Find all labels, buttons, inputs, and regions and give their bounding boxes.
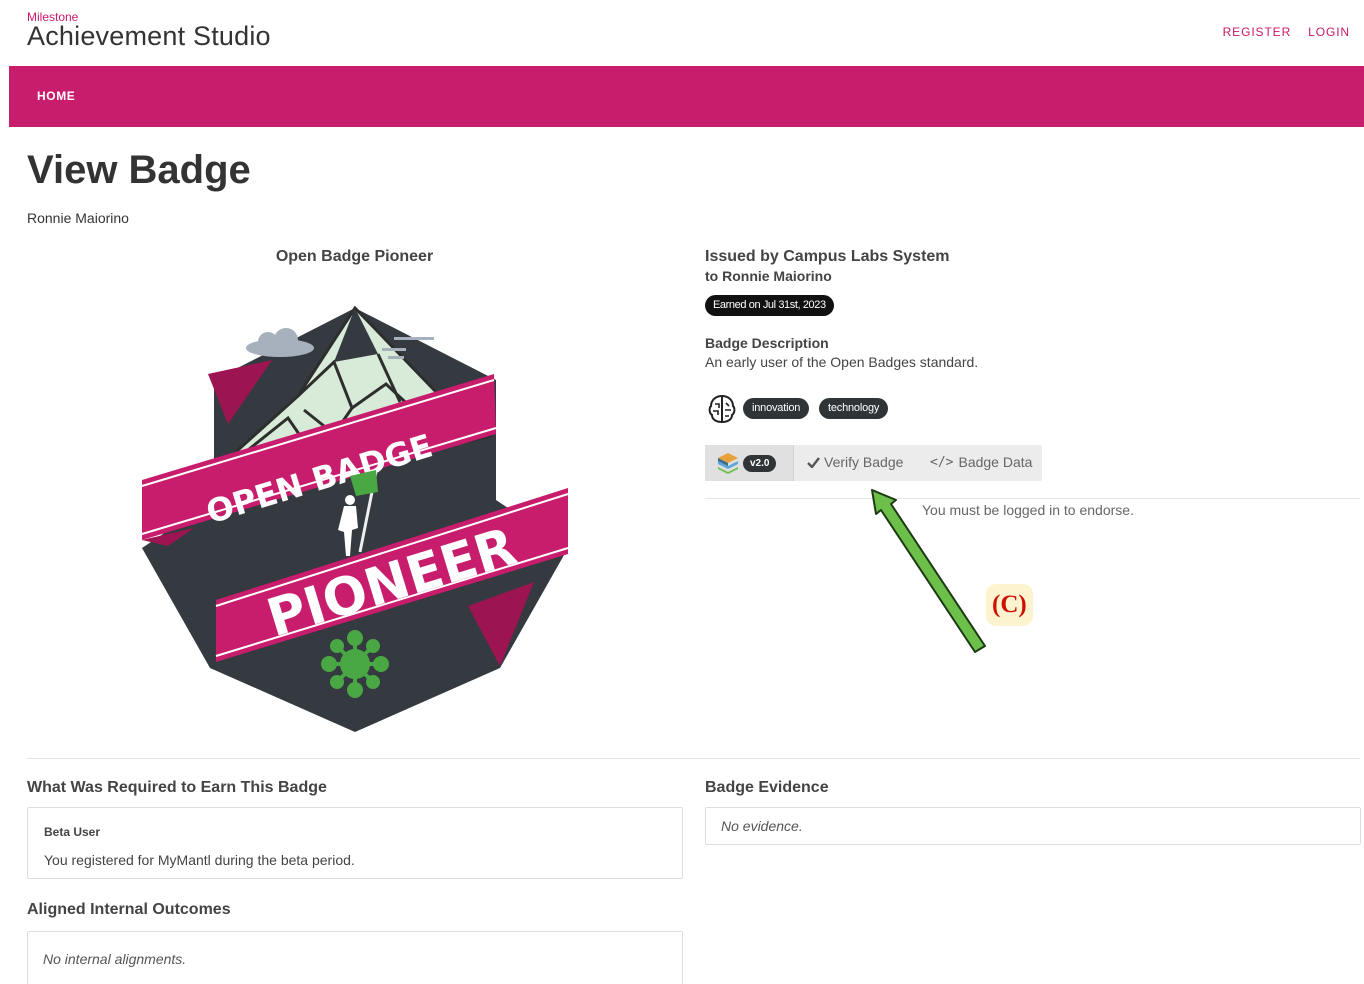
verify-badge-label: Verify Badge (824, 454, 904, 470)
version-button[interactable]: v2.0 (705, 445, 794, 481)
alignments-panel: No internal alignments. (27, 931, 683, 984)
evidence-heading: Badge Evidence (705, 779, 829, 796)
evidence-panel: No evidence. (705, 807, 1361, 845)
badge-owner: Ronnie Maiorino (27, 210, 129, 226)
login-link[interactable]: LOGIN (1308, 25, 1350, 39)
nav-home[interactable]: HOME (37, 89, 75, 103)
page-title: View Badge (27, 148, 251, 192)
open-badges-stack-icon (718, 453, 738, 474)
evidence-text: No evidence. (721, 818, 803, 834)
main-navbar: HOME (9, 66, 1364, 127)
tag-technology[interactable]: technology (819, 398, 889, 419)
description-label: Badge Description (705, 335, 829, 351)
code-icon: </> (930, 454, 954, 470)
version-pill: v2.0 (743, 455, 777, 472)
description-text: An early user of the Open Badges standar… (705, 354, 979, 370)
badge-data-button[interactable]: </> Badge Data (930, 454, 1032, 470)
badge-name: Open Badge Pioneer (275, 248, 434, 265)
top-header: Milestone Achievement Studio REGISTER LO… (0, 0, 1364, 66)
endorse-divider (705, 498, 1360, 499)
tag-innovation[interactable]: innovation (743, 398, 810, 419)
badge-image: OPEN BADGE PIONEER (141, 305, 569, 732)
verify-badge-button[interactable]: Verify Badge (807, 454, 903, 470)
section-divider (27, 758, 1360, 759)
register-link[interactable]: REGISTER (1223, 25, 1292, 39)
requirements-panel: Beta User You registered for MyMantl dur… (27, 807, 683, 879)
badge-toolbar: v2.0 Verify Badge </> Badge Data (705, 445, 1042, 481)
annotation-arrow-icon (871, 489, 986, 653)
alignments-heading: Aligned Internal Outcomes (27, 901, 231, 918)
requirement-title: Beta User (44, 825, 101, 839)
badge-data-label: Badge Data (958, 454, 1033, 470)
auth-links: REGISTER LOGIN (1223, 25, 1350, 39)
requirements-heading: What Was Required to Earn This Badge (27, 779, 327, 796)
recipient-line: to Ronnie Maiorino (705, 268, 832, 284)
earned-date-badge: Earned on Jul 31st, 2023 (705, 295, 834, 316)
check-icon (807, 456, 820, 468)
brain-icon (708, 394, 736, 424)
requirement-text: You registered for MyMantl during the be… (44, 852, 355, 868)
brand-title[interactable]: Achievement Studio (27, 21, 271, 52)
alignments-text: No internal alignments. (43, 951, 187, 967)
annotation-label: (C) (986, 584, 1033, 626)
issuer-line[interactable]: Issued by Campus Labs System (705, 248, 950, 266)
